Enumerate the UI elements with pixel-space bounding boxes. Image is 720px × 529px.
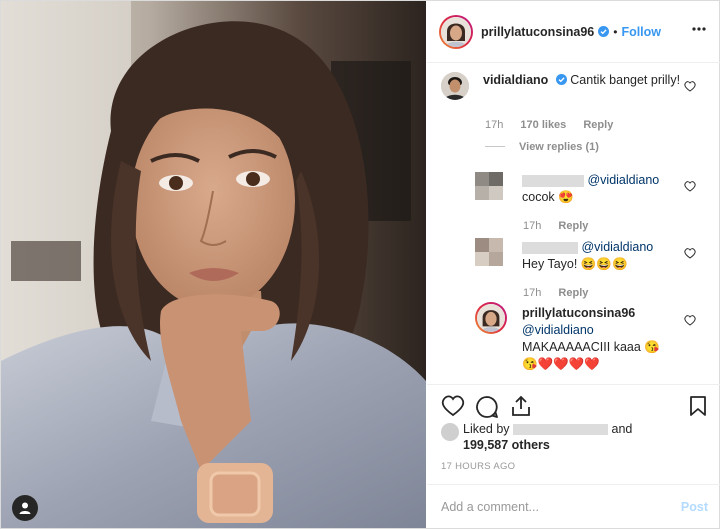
- like-heart-icon[interactable]: [441, 395, 465, 417]
- reply-3-mention[interactable]: @vidialdiano: [522, 323, 594, 337]
- reply-3-text: MAKAAAAACIII kaaa 😘: [522, 340, 660, 354]
- commenter-avatar[interactable]: [441, 72, 469, 100]
- portrait-illustration: [1, 1, 426, 528]
- post-side-panel: prillylatuconsina96 • Follow vidialdiano…: [427, 1, 720, 528]
- reply-1-text: cocok 😍: [522, 190, 574, 204]
- main-comment: vidialdiano Cantik banget prilly!: [483, 72, 683, 89]
- post-timestamp[interactable]: 17 HOURS AGO: [441, 461, 515, 472]
- main-comment-time: 17h: [485, 119, 504, 131]
- bookmark-save-icon[interactable]: [689, 395, 707, 417]
- blurred-username: [522, 241, 578, 254]
- reply-2-reply-button[interactable]: Reply: [558, 287, 588, 299]
- header-separator: •: [613, 24, 618, 39]
- blurred-avatar-icon: [475, 238, 503, 266]
- blurred-avatar-icon: [475, 172, 503, 200]
- reply-3-emojis: 😘❤️❤️❤️❤️: [522, 357, 600, 371]
- liker-avatar[interactable]: [441, 423, 459, 441]
- comment-bubble-icon[interactable]: [475, 395, 499, 419]
- reply-1-time: 17h: [523, 220, 542, 232]
- reply-1-mention[interactable]: @vidialdiano: [587, 173, 659, 187]
- and-label: and: [611, 422, 633, 436]
- reply-1-meta: 17h Reply: [523, 220, 602, 232]
- view-replies-row[interactable]: View replies (1): [485, 139, 599, 153]
- post-photo[interactable]: [1, 1, 426, 528]
- reply-3: prillylatuconsina96 @vidialdiano MAKAAAA…: [522, 305, 692, 373]
- reply-2-text: Hey Tayo! 😆😆😆: [522, 257, 628, 271]
- reply-3-avatar-image: [477, 304, 505, 332]
- verified-badge-icon: [555, 74, 567, 85]
- reply-2-meta: 17h Reply: [523, 287, 602, 299]
- comment-input[interactable]: [441, 499, 661, 514]
- main-comment-username[interactable]: vidialdiano: [483, 73, 548, 87]
- main-comment-likes[interactable]: 170 likes: [520, 119, 566, 131]
- tagged-users-button[interactable]: [12, 495, 38, 521]
- view-replies-button[interactable]: View replies (1): [519, 141, 599, 153]
- main-comment-reply-button[interactable]: Reply: [583, 119, 613, 131]
- reply-2: @vidialdiano Hey Tayo! 😆😆😆: [522, 239, 692, 273]
- main-comment-text: Cantik banget prilly!: [570, 73, 681, 87]
- verified-badge-icon: [598, 26, 610, 37]
- reply-2-mention[interactable]: @vidialdiano: [581, 240, 653, 254]
- main-comment-meta: 17h 170 likes Reply: [485, 119, 627, 131]
- person-icon: [19, 502, 31, 514]
- like-comment-heart-icon[interactable]: [684, 81, 696, 92]
- share-upload-icon[interactable]: [510, 395, 532, 417]
- post-header: prillylatuconsina96 • Follow: [427, 1, 720, 63]
- reply-3-avatar[interactable]: [475, 302, 507, 334]
- avatar-portrait-icon: [477, 304, 505, 332]
- reply-2-avatar[interactable]: [475, 238, 503, 266]
- author-avatar[interactable]: [439, 14, 473, 49]
- reply-1-reply-button[interactable]: Reply: [558, 220, 588, 232]
- blurred-liker-username: [513, 424, 609, 436]
- more-options-icon[interactable]: [692, 27, 706, 31]
- post-comment-button[interactable]: Post: [681, 500, 708, 514]
- reply-1-avatar[interactable]: [475, 172, 503, 200]
- replies-divider-line: [485, 146, 505, 148]
- like-comment-heart-icon[interactable]: [684, 248, 696, 259]
- reply-1: @vidialdiano cocok 😍: [522, 172, 692, 206]
- likes-summary: Liked by and 199,587 others: [441, 421, 711, 453]
- author-avatar-image: [441, 16, 471, 47]
- like-comment-heart-icon[interactable]: [684, 315, 696, 326]
- avatar-portrait-icon: [441, 16, 471, 47]
- add-comment-bar: Post: [427, 484, 720, 528]
- follow-button[interactable]: Follow: [621, 25, 661, 39]
- likes-count-link[interactable]: 199,587 others: [463, 438, 550, 452]
- liked-by-label: Liked by: [463, 422, 510, 436]
- reply-2-time: 17h: [523, 287, 542, 299]
- commenter-avatar-icon: [441, 72, 469, 100]
- reply-3-username[interactable]: prillylatuconsina96: [522, 306, 635, 320]
- instagram-post: prillylatuconsina96 • Follow vidialdiano…: [0, 0, 720, 529]
- comments-list[interactable]: vidialdiano Cantik banget prilly! 17h 17…: [427, 64, 720, 384]
- author-username[interactable]: prillylatuconsina96: [481, 25, 594, 39]
- like-comment-heart-icon[interactable]: [684, 181, 696, 192]
- blurred-username: [522, 174, 584, 187]
